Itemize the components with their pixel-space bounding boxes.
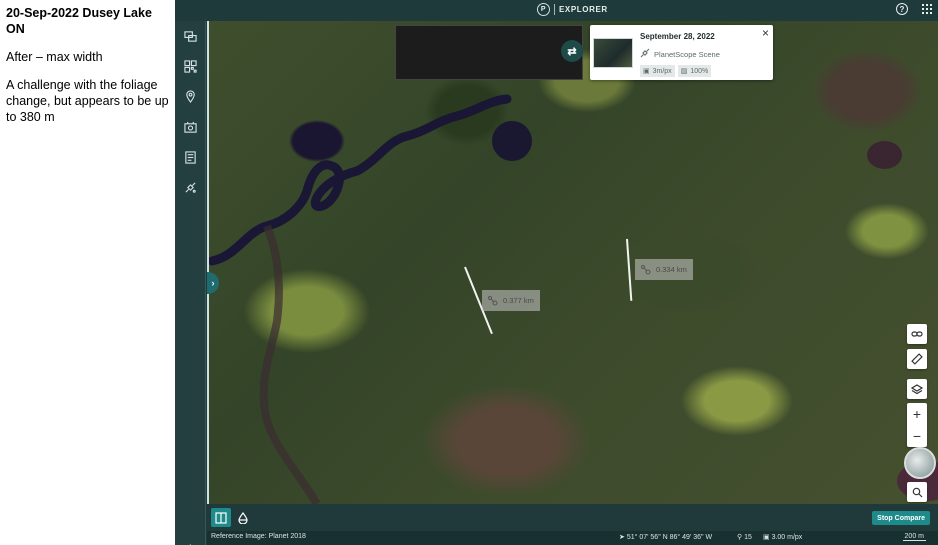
- zoom-value: 15: [744, 534, 752, 541]
- brand: P EXPLORER: [537, 3, 608, 16]
- coverage-value: 100%: [690, 67, 709, 75]
- satellite-small-icon: [640, 48, 650, 60]
- layers-icon[interactable]: [907, 379, 927, 399]
- scene-date: September 28, 2022: [640, 32, 715, 41]
- measure-value-1: 0.377 km: [503, 296, 534, 305]
- planet-logo-icon: P: [537, 3, 550, 16]
- app-title: EXPLORER: [559, 5, 608, 14]
- satellite-icon[interactable]: [183, 180, 198, 195]
- scene-card[interactable]: September 28, 2022 PlanetScope Scene ▣ 3…: [590, 25, 773, 80]
- resolution-readout: ▣ 3.00 m/px: [763, 533, 802, 541]
- coverage-icon: ▨: [680, 68, 688, 75]
- close-icon[interactable]: ×: [762, 26, 769, 40]
- notes-line-2: A challenge with the foliage change, but…: [6, 78, 169, 124]
- side-nav: ⚙: [175, 21, 206, 545]
- resolution-icon: ▣: [643, 68, 650, 75]
- bottom-toolbar: Stop Compare: [207, 504, 938, 531]
- calendar-camera-icon[interactable]: [183, 120, 198, 135]
- status-bar: Reference Image: Planet 2018 ➤ 51° 07' 5…: [207, 531, 938, 545]
- qr-grid-icon[interactable]: [183, 59, 198, 74]
- explorer-app: P EXPLORER ? › 0.377 km 0.334 km ⇄ Septe…: [175, 0, 938, 545]
- scene-chips: ▣ 3m/px ▨ 100%: [640, 65, 712, 77]
- notes-panel: 20-Sep-2022 Dusey Lake ON After – max wi…: [0, 0, 175, 545]
- redacted-box: [395, 25, 583, 80]
- ruler-node-icon: [488, 295, 498, 306]
- zoom-in-button[interactable]: +: [907, 403, 927, 425]
- measure-label-2[interactable]: 0.334 km: [635, 259, 693, 280]
- scene-type: PlanetScope Scene: [640, 48, 720, 60]
- measure-label-1[interactable]: 0.377 km: [482, 290, 540, 311]
- coverage-chip: ▨ 100%: [677, 65, 712, 77]
- scene-thumbnail: [593, 38, 633, 68]
- link-icon[interactable]: [907, 324, 927, 344]
- resolution-value: 3m/px: [652, 67, 672, 75]
- compare-divider-line[interactable]: [207, 21, 209, 504]
- brand-divider: [554, 4, 555, 15]
- pond-shape: [867, 141, 902, 169]
- ruler-node-icon: [641, 264, 651, 275]
- coordinates-readout: ➤ 51° 07' 56" N 86° 49' 36" W: [619, 533, 712, 541]
- magnifier-icon[interactable]: [907, 482, 927, 502]
- river-overlay: [207, 94, 512, 504]
- top-icons: ?: [896, 3, 932, 15]
- top-bar: P EXPLORER ?: [175, 0, 938, 21]
- map-view[interactable]: › 0.377 km 0.334 km ⇄ September 28, 2022…: [207, 21, 938, 504]
- resolution-readout-value: 3.00 m/px: [771, 534, 803, 541]
- compare-scenes-icon[interactable]: [183, 29, 198, 44]
- pixel-icon: ▣: [763, 534, 772, 541]
- screen: 20-Sep-2022 Dusey Lake ON After – max wi…: [0, 0, 938, 545]
- document-list-icon[interactable]: [183, 150, 198, 165]
- scene-type-label: PlanetScope Scene: [654, 49, 720, 59]
- cursor-arrow-icon: ➤: [619, 534, 627, 541]
- coordinates-value: 51° 07' 56" N 86° 49' 36" W: [626, 534, 713, 541]
- split-view-icon[interactable]: [211, 508, 231, 527]
- zoom-out-button[interactable]: −: [907, 425, 927, 447]
- help-icon[interactable]: ?: [896, 3, 908, 15]
- stop-compare-button[interactable]: Stop Compare: [872, 511, 930, 525]
- apps-grid-icon[interactable]: [922, 4, 932, 14]
- globe-icon[interactable]: [904, 447, 936, 479]
- location-pin-icon[interactable]: [183, 89, 198, 104]
- notes-title: 20-Sep-2022 Dusey Lake ON: [6, 6, 152, 36]
- zoom-readout: ⚲ 15: [737, 533, 752, 541]
- lake-shape: [492, 121, 532, 161]
- opacity-drop-icon[interactable]: [233, 508, 253, 527]
- reference-image-label: Reference Image: Planet 2018: [211, 533, 306, 540]
- notes-line-1: After – max width: [6, 50, 103, 64]
- scale-bar: 200 m: [902, 533, 926, 541]
- zoom-controls: + −: [907, 403, 927, 447]
- ruler-icon[interactable]: [907, 349, 927, 369]
- swap-scenes-button[interactable]: ⇄: [561, 40, 583, 62]
- resolution-chip: ▣ 3m/px: [640, 65, 675, 77]
- measure-value-2: 0.334 km: [656, 265, 687, 274]
